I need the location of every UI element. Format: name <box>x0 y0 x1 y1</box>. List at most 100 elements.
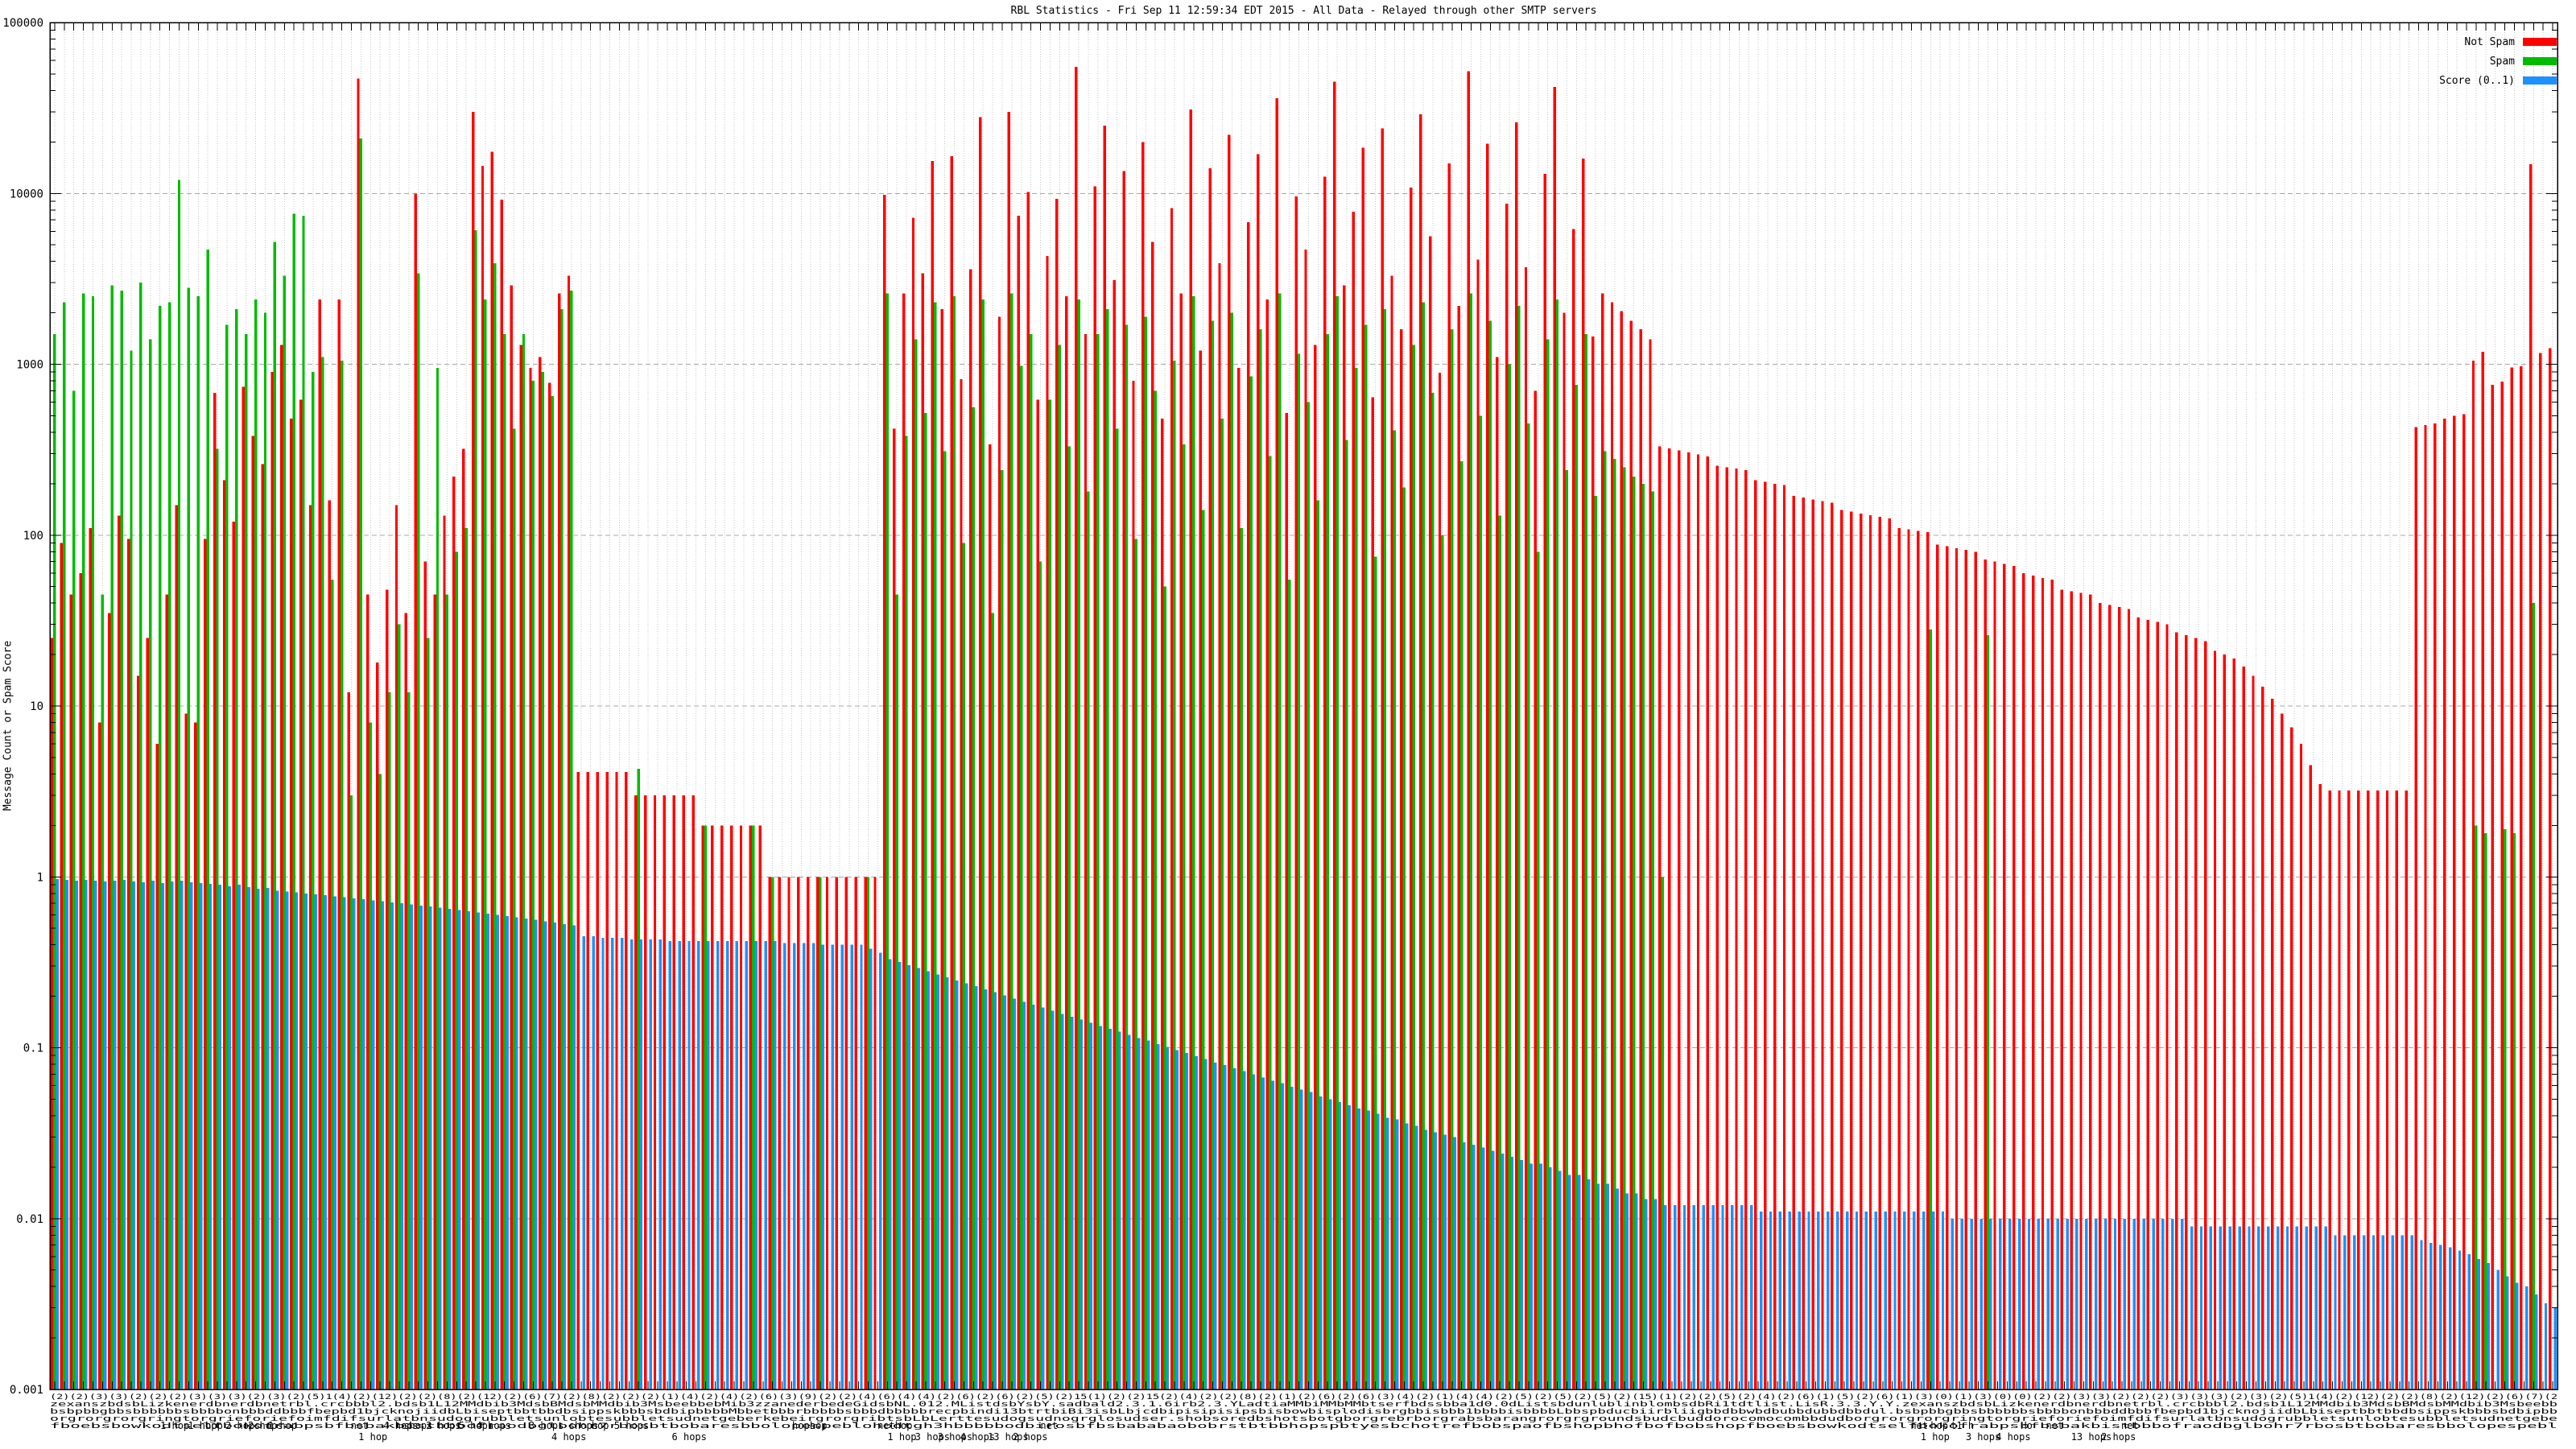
bar <box>2305 1226 2308 1389</box>
bar <box>866 877 870 1390</box>
bar <box>1132 381 1135 1390</box>
bar <box>592 935 595 1389</box>
bar <box>1678 450 1681 1389</box>
bar <box>2132 1218 2136 1390</box>
bar <box>1434 1132 1438 1389</box>
bar <box>548 382 551 1389</box>
bar <box>1259 329 1262 1390</box>
bar <box>2060 589 2063 1389</box>
bar <box>1001 470 1004 1389</box>
bar <box>503 334 506 1390</box>
bar <box>1970 1218 1973 1390</box>
bar <box>155 744 159 1389</box>
bar <box>1840 510 1843 1390</box>
bar <box>81 293 85 1389</box>
bar <box>1539 1163 1542 1389</box>
bar <box>1527 423 1530 1389</box>
bar <box>1070 1016 1074 1389</box>
bar <box>1013 998 1016 1389</box>
bar <box>1242 1071 1246 1389</box>
bar <box>2165 624 2169 1389</box>
bar <box>1338 1102 1342 1389</box>
bar <box>1319 1096 1323 1389</box>
bar <box>1859 513 1863 1389</box>
bar <box>879 952 882 1389</box>
bar <box>873 877 877 1390</box>
bar <box>510 285 513 1389</box>
bar <box>783 943 786 1389</box>
bar <box>357 78 360 1390</box>
bar <box>2017 1218 2021 1390</box>
bar <box>1654 1199 1657 1389</box>
bar <box>1817 1212 1820 1389</box>
bar <box>704 825 708 1389</box>
bar <box>653 795 657 1389</box>
bar <box>2512 833 2516 1389</box>
bar <box>605 772 609 1389</box>
bar <box>1447 163 1451 1389</box>
bar <box>1941 1212 1945 1389</box>
bar <box>1807 1212 1810 1389</box>
bar <box>2003 564 2006 1389</box>
bar <box>1386 1117 1389 1389</box>
x-label-fragment: 2 hops <box>1013 1431 1047 1443</box>
bar <box>649 939 653 1389</box>
bar <box>324 895 327 1389</box>
bar <box>484 299 487 1389</box>
bar <box>1778 1212 1782 1389</box>
bar <box>474 229 477 1389</box>
bar <box>232 521 236 1389</box>
bar <box>2013 566 2016 1389</box>
bar <box>691 795 695 1389</box>
bar <box>390 902 394 1389</box>
bar <box>1154 390 1157 1389</box>
bar <box>448 909 452 1389</box>
bar <box>2194 638 2198 1389</box>
bar <box>376 662 379 1389</box>
bar <box>1897 528 1901 1389</box>
bar <box>1874 1212 1877 1389</box>
bar <box>1587 1179 1591 1389</box>
bar <box>754 941 758 1389</box>
bar <box>2405 791 2408 1389</box>
bar <box>400 903 403 1389</box>
bar <box>1093 186 1097 1389</box>
bar <box>353 898 356 1389</box>
x-label-fragment: 2 hops <box>426 1420 460 1431</box>
bar <box>917 968 920 1389</box>
x-label-fragment: net <box>2046 1420 2064 1431</box>
bar <box>481 166 485 1389</box>
bar <box>1383 309 1387 1390</box>
bar <box>1161 419 1164 1390</box>
bar <box>1087 491 1090 1389</box>
bar <box>2462 414 2466 1389</box>
x-label-fragment: net <box>351 1420 369 1431</box>
bar <box>905 436 908 1390</box>
y-tick-label: 100000 <box>2 17 43 30</box>
bar <box>292 213 295 1389</box>
bar <box>1764 481 1767 1389</box>
bar <box>2420 1240 2423 1389</box>
bar <box>1029 334 1033 1390</box>
bar <box>1769 1212 1773 1389</box>
bar <box>921 273 925 1390</box>
bar <box>1010 293 1013 1389</box>
bar <box>2453 415 2456 1389</box>
bar <box>2075 1218 2079 1390</box>
y-tick-label: 100 <box>23 530 43 543</box>
bar <box>1115 428 1119 1389</box>
x-label-fragment: 3 hops <box>529 1420 564 1431</box>
bar <box>1530 1163 1533 1389</box>
bar <box>1038 561 1042 1389</box>
bar <box>254 299 258 1389</box>
bar <box>308 505 312 1389</box>
bar <box>1287 579 1291 1389</box>
bar <box>956 980 959 1389</box>
bar <box>1682 1204 1686 1389</box>
bar <box>1269 456 1272 1389</box>
y-tick-label: 10 <box>30 700 43 713</box>
bar <box>1144 316 1147 1389</box>
bar <box>539 357 542 1390</box>
bar <box>2516 1282 2519 1389</box>
bar <box>1575 384 1578 1389</box>
